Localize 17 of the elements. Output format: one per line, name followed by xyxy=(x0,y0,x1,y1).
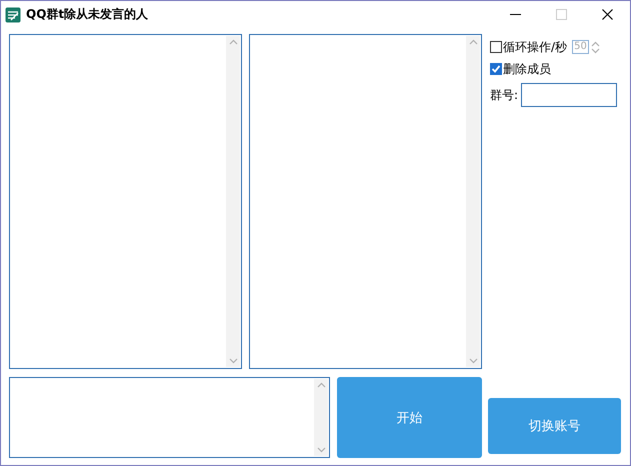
checkbox[interactable] xyxy=(490,41,502,53)
checkbox-label: 删除成员 xyxy=(503,60,551,78)
switch-account-button[interactable]: 切换账号 xyxy=(488,398,621,454)
checkbox[interactable] xyxy=(490,63,502,75)
minimize-icon[interactable] xyxy=(510,14,520,15)
field-label: 群号: xyxy=(490,86,518,104)
app-icon xyxy=(5,6,21,22)
maximize-icon[interactable] xyxy=(556,9,566,20)
scrollbar[interactable] xyxy=(314,379,328,456)
scrollbar[interactable] xyxy=(466,36,480,367)
scrollbar[interactable] xyxy=(226,36,240,367)
checkbox-label: 循环操作/秒 xyxy=(503,38,568,56)
close-icon[interactable] xyxy=(602,9,612,20)
window-title: QQ群t除从未发言的人 xyxy=(26,6,148,23)
text-area[interactable] xyxy=(9,377,330,458)
start-button[interactable]: 开始 xyxy=(337,377,482,458)
input-field[interactable] xyxy=(521,83,618,107)
